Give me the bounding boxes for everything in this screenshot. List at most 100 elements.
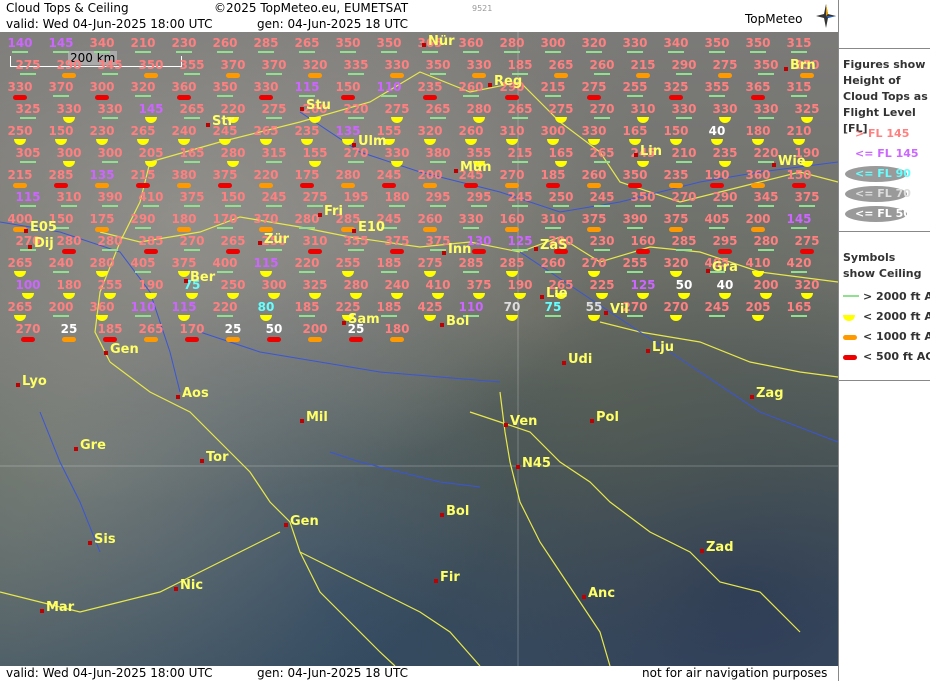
cloud-top-value: 330 [458,212,484,226]
ceiling-marker [545,51,561,53]
ceiling-marker [259,95,273,100]
cloud-top-value: 170 [212,212,238,226]
ceiling-marker [505,95,519,100]
cloud-top-value: 285 [458,256,484,270]
ceiling-marker [102,249,118,251]
cloud-top-value: 215 [630,58,656,72]
ceiling-marker [504,51,520,53]
cloud-top-value: 40 [716,278,734,292]
ceiling-legend-item: > 2000 ft AGL [863,290,930,303]
cloud-top-value: 150 [786,168,812,182]
cloud-top-value: 330 [384,58,410,72]
cloud-top-value: 360 [745,168,771,182]
cloud-top-value: 210 [130,36,156,50]
ceiling-marker [594,73,610,75]
cloud-top-value: 360 [89,300,115,314]
ceiling-marker [381,315,397,317]
ceiling-marker [299,271,315,273]
city-label: Wie [778,154,806,169]
cloud-top-value: 80 [257,300,275,314]
ceiling-marker [308,337,322,342]
cloud-top-value: 135 [335,124,361,138]
city-label: Lie [546,286,568,301]
ceiling-marker [94,51,110,53]
city-label: N45 [522,456,551,471]
ceiling-marker [430,73,446,75]
cloud-top-value: 410 [425,278,451,292]
ceiling-marker [791,315,807,317]
city-label: Fir [440,570,460,585]
city-label: Nic [180,578,204,593]
city-label: Nür [428,34,455,49]
ceiling-marker [594,161,610,163]
cloud-top-value: 275 [15,58,41,72]
satellite-map[interactable]: 200 km 140 145 340 210 230 260 285 265 350 350 365… [0,32,838,666]
cloud-top-value: 70 [503,300,521,314]
cloud-top-value: 145 [48,36,74,50]
ceiling-legend-item: < 500 ft AGL [863,350,930,363]
city-dot [206,123,210,127]
ceiling-marker [299,95,315,97]
ceiling-marker [792,183,806,188]
ceiling-marker [53,51,69,53]
city-dot [176,395,180,399]
city-label: Tor [206,450,229,465]
cloud-top-value: 295 [466,190,492,204]
ceiling-marker [627,95,643,97]
cloud-top-value: 340 [663,36,689,50]
cloud-top-value: 150 [48,124,74,138]
cloud-top-value: 250 [548,190,574,204]
cloud-top-value: 280 [56,234,82,248]
cloud-top-value: 280 [89,256,115,270]
valid-time: valid: Wed 04-Jun-2025 18:00 UTC [6,17,213,31]
cloud-top-value: 375 [384,234,410,248]
ceiling-marker [791,51,807,53]
ceiling-marker [464,183,478,188]
cloud-top-value: 325 [302,278,328,292]
cloud-top-value: 260 [458,124,484,138]
ceiling-marker [463,227,479,229]
ceiling-marker [512,205,528,207]
city-label: Sam [348,312,380,327]
ceiling-marker [12,51,28,53]
ceiling-marker [299,315,315,317]
city-label: Stu [306,98,331,113]
city-dot [352,143,356,147]
ceiling-marker [668,51,684,53]
ceiling-legend-item: < 1000 ft AGL [863,330,930,343]
header-bar: Cloud Tops & Ceiling ©2025 TopMeteo.eu, … [0,0,838,32]
cloud-top-value: 110 [376,80,402,94]
footer-valid-time: valid: Wed 04-Jun-2025 18:00 UTC [6,666,213,680]
ceiling-marker [718,73,732,78]
ceiling-marker [62,73,76,78]
cloud-top-value: 300 [540,124,566,138]
ceiling-marker [512,249,528,251]
city-dot [442,251,446,255]
ceiling-marker [226,73,240,78]
cloud-top-value: 230 [89,124,115,138]
ceiling-marker [341,183,355,188]
ceiling-marker [348,249,364,251]
cloud-top-value: 350 [745,36,771,50]
cloud-top-value: 265 [253,124,279,138]
fl-legend-item: > FL 145 [855,127,910,140]
ceiling-marker [307,205,323,207]
ceiling-marker [102,161,118,163]
city-label: Ber [190,270,216,285]
ceiling-marker [381,95,397,97]
cloud-top-value: 275 [548,102,574,116]
ceiling-marker [349,337,363,342]
cloud-top-value: 285 [138,234,164,248]
ceiling-marker [750,51,766,53]
cloud-top-value: 330 [466,58,492,72]
cloud-top-value: 125 [507,234,533,248]
city-label: Gen [290,514,319,529]
city-dot [750,395,754,399]
cloud-top-value: 390 [622,212,648,226]
ceiling-marker [299,51,315,53]
ceiling-marker [512,161,528,163]
city-dot [434,579,438,583]
cloud-top-value: 215 [507,146,533,160]
city-dot [300,419,304,423]
cloud-top-value: 115 [171,300,197,314]
